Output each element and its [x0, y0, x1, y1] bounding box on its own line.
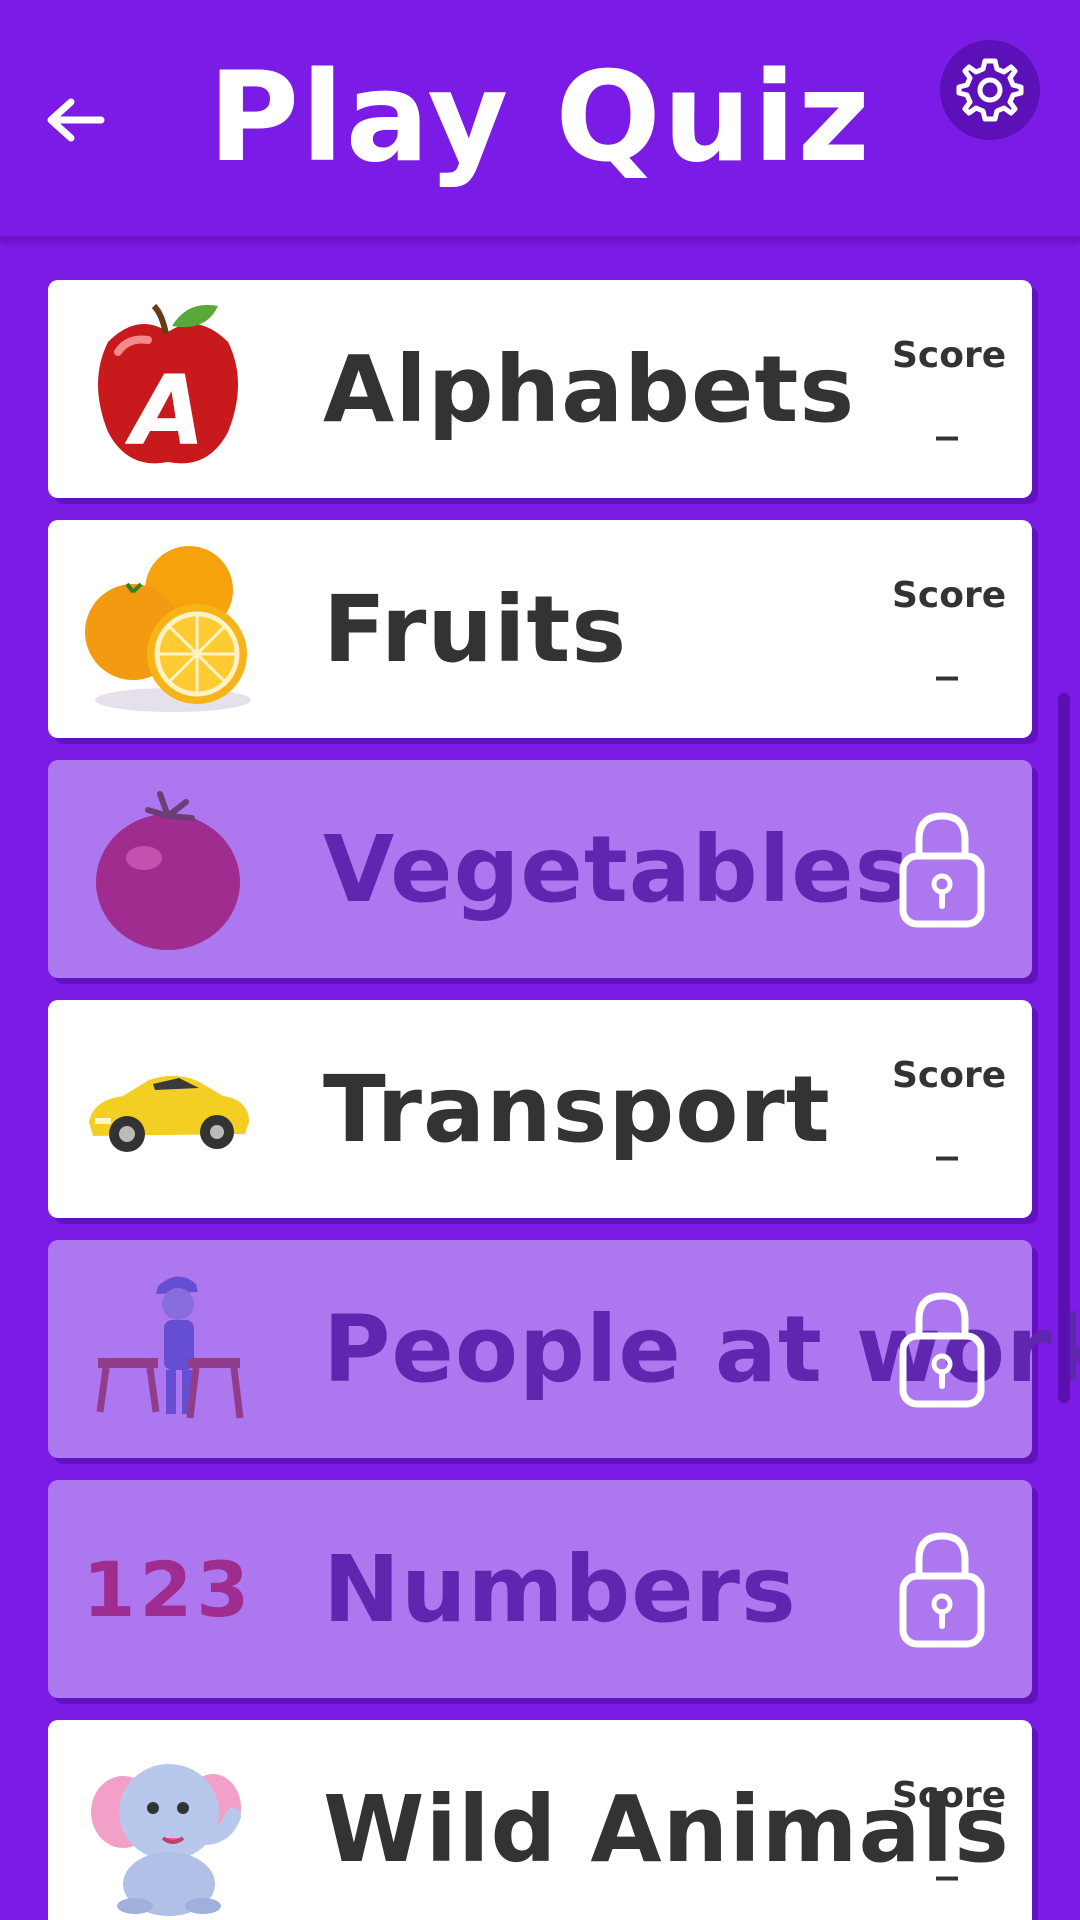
score-label: Score: [892, 575, 1007, 616]
score-value: _: [936, 630, 958, 681]
quiz-card-wild-animals[interactable]: Wild Animals Score _: [48, 1720, 1032, 1920]
quiz-label: Transport: [323, 1055, 831, 1163]
tomato-icon: [78, 782, 258, 956]
quiz-card-vegetables[interactable]: Vegetables: [48, 760, 1032, 978]
gear-icon: [956, 58, 1024, 122]
score-label: Score: [892, 335, 1007, 376]
quiz-label: Vegetables: [323, 815, 911, 923]
score-label: Score: [892, 1775, 1007, 1816]
numbers-icon: 123: [78, 1502, 258, 1676]
score-label: Score: [892, 1055, 1007, 1096]
carpenter-icon: [78, 1262, 258, 1436]
car-icon: [78, 1022, 258, 1196]
apple-letter-a-icon: A: [78, 302, 258, 476]
quiz-card-alphabets[interactable]: A Alphabets Score _: [48, 280, 1032, 498]
quiz-card-numbers[interactable]: 123 Numbers: [48, 1480, 1032, 1698]
score-display: Score _: [892, 335, 1007, 441]
svg-text:A: A: [124, 355, 205, 467]
quiz-card-fruits[interactable]: Fruits Score _: [48, 520, 1032, 738]
numbers-thumb-text: 123: [82, 1544, 254, 1634]
scrollbar[interactable]: [1058, 693, 1070, 1403]
oranges-icon: [78, 542, 258, 716]
score-value: _: [936, 390, 958, 441]
lock-icon: [899, 1532, 985, 1648]
quiz-list: A Alphabets Score _ Fruits Score _ Veget…: [48, 280, 1080, 1920]
score-display: Score _: [892, 1055, 1007, 1161]
score-value: _: [936, 1830, 958, 1881]
quiz-card-people-at-work[interactable]: People at work: [48, 1240, 1080, 1458]
score-display: Score _: [892, 575, 1007, 681]
quiz-label: Alphabets: [323, 335, 856, 443]
page-title: Play Quiz: [208, 46, 872, 190]
quiz-card-transport[interactable]: Transport Score _: [48, 1000, 1032, 1218]
quiz-label: Numbers: [323, 1535, 797, 1643]
settings-button[interactable]: [940, 40, 1040, 140]
lock-icon: [899, 812, 985, 928]
score-display: Score _: [892, 1775, 1007, 1881]
elephant-icon: [78, 1742, 258, 1916]
score-value: _: [936, 1110, 958, 1161]
quiz-label: Fruits: [323, 575, 628, 683]
app-header: Play Quiz: [0, 0, 1080, 240]
lock-icon: [899, 1292, 985, 1408]
